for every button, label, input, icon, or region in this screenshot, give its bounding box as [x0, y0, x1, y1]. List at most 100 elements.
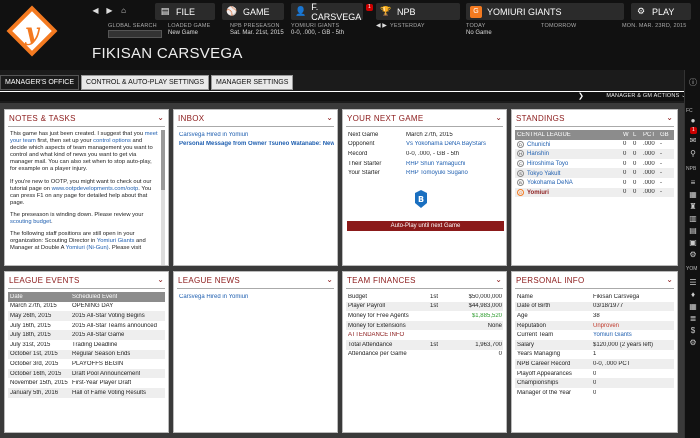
info-row: Playoff Appearances 0	[517, 370, 597, 377]
ootp-tutorial-link[interactable]: www.ootpdevelopments.com/ootp	[52, 186, 139, 192]
info-icon[interactable]: ⓘ	[687, 76, 699, 88]
event-row: July 31st, 2015 Trading Deadline	[10, 341, 118, 348]
finance-row: Budget 1st $50,000,000	[348, 293, 502, 300]
team-logo-icon: B	[517, 179, 524, 187]
next-game-row: Their Starter RHP Shun Yamaguchi	[348, 160, 466, 167]
tab-control-autoplay-settings[interactable]: CONTROL & AUTO-PLAY SETTINGS	[81, 75, 210, 90]
play-button[interactable]: ⚙ PLAY	[631, 3, 691, 20]
notes-scrollbar[interactable]	[161, 130, 165, 265]
stats-icon[interactable]: ▤	[687, 224, 699, 236]
info-row: Salary $120,000 (2 years left)	[515, 339, 674, 350]
scouting-budget-link[interactable]: scouting budget	[10, 219, 51, 225]
forward-icon[interactable]: ▶	[104, 5, 115, 16]
attendance-row: Attendance per Game 0	[348, 351, 502, 358]
info-row: Championships 0	[515, 378, 674, 388]
search-icon[interactable]: ⚲	[687, 147, 699, 159]
yesterday-label: YESTERDAY	[390, 23, 425, 29]
standings-row[interactable]: G Yomiuri 0 0.000-	[515, 187, 674, 198]
standings-row[interactable]: B Yokohama DeNA 0 0.000-	[515, 178, 674, 188]
next-game-row: Your Starter RHP Tomoyuki Sugano	[348, 170, 468, 177]
right-sidebar: ⓘ FC ● 1 ✉ ⚲ NPB ≡ ▦ ♜ ▥ ▤ ▣ ⚙ YOM ☰ ♦ ▦…	[684, 70, 700, 438]
scrollbar-thumb[interactable]	[161, 130, 165, 190]
divider	[515, 126, 674, 127]
next-game-row: Next Game March 27th, 2015	[348, 131, 453, 138]
chevron-down-icon[interactable]: ⌄	[326, 113, 333, 122]
event-row: May 26th, 2015 2015 All-Star Voting Begin…	[8, 311, 165, 321]
lineup-icon[interactable]: ≣	[687, 312, 699, 324]
team-icon[interactable]: ♦	[687, 288, 699, 300]
play-icon: ⚙	[636, 6, 646, 16]
league-events-table: Date Scheduled Event March 27th, 2015 OPEN…	[8, 292, 165, 398]
info-row: Age 38	[517, 312, 600, 319]
roster-icon[interactable]: ☰	[687, 276, 699, 288]
info-row: Current Team Yomiuri Giants	[517, 332, 632, 339]
settings-icon[interactable]: ⚙	[687, 336, 699, 348]
league-menu-button[interactable]: 🏆 NPB	[376, 3, 460, 20]
attendance-header: ATTENDANCE INFO	[348, 332, 405, 339]
current-team-link[interactable]: Yomiuri Giants	[591, 332, 632, 338]
standings-row[interactable]: D Chunichi 0 0.000-	[515, 140, 674, 150]
list-icon[interactable]: ≡	[687, 176, 699, 188]
opponent-link[interactable]: Vs Yokohama DeNA BayStars	[404, 141, 486, 147]
ootp-logo: y	[6, 5, 58, 57]
yomiuri-giants-link[interactable]: Yomiuri Giants	[97, 238, 134, 244]
chevron-down-icon[interactable]: ⌄	[666, 113, 673, 122]
standings-panel: STANDINGS ⌄ CENTRAL LEAGUE W L PCT GB DC…	[511, 109, 678, 266]
event-row: November 15th, 2015 First-Year Player Dra…	[10, 380, 132, 387]
manager-menu-button[interactable]: 👤 F. CARSVEGA	[291, 2, 363, 22]
team-menu-button[interactable]: G YOMIURI GIANTS	[466, 3, 624, 20]
preseason-date: Sat. Mar. 21st, 2015	[230, 30, 284, 36]
autoplay-next-game-button[interactable]: Auto-Play until next Game	[347, 221, 504, 231]
trophy-icon[interactable]: ♜	[687, 200, 699, 212]
home-icon[interactable]: ⌂	[118, 5, 129, 16]
tab-managers-office[interactable]: MANAGER'S OFFICE	[0, 75, 80, 90]
event-row: March 27th, 2015 OPENING DAY	[10, 303, 114, 310]
team-record-label: YOMIURI GIANTS	[291, 23, 340, 29]
yom-label: YOM	[686, 266, 698, 272]
your-starter-link[interactable]: RHP Tomoyuki Sugano	[404, 170, 468, 176]
their-starter-link[interactable]: RHP Shun Yamaguchi	[404, 161, 465, 167]
main-content: NOTES & TASKS ⌄ This game has just been …	[0, 103, 684, 438]
chevron-down-icon[interactable]: ⌄	[495, 275, 502, 284]
day-arrows[interactable]: ◀ ▶	[376, 22, 387, 29]
inbox-item[interactable]: Personal Message from Owner Tsuneo Watan…	[177, 140, 334, 150]
opponent-team-logo[interactable]: B	[409, 187, 433, 211]
next-game-panel: YOUR NEXT GAME ⌄ Next Game March 27th, 20…	[342, 109, 507, 266]
finance-row: Money for Extensions None	[346, 320, 503, 331]
manager-mail-badge: 1	[366, 4, 373, 11]
league-events-panel: LEAGUE EVENTS ⌄ Date Scheduled Event Marc…	[4, 271, 169, 433]
yomiuri-ni-gun-link[interactable]: Yomiuri (Ni-Gun)	[66, 245, 109, 251]
divider	[8, 126, 165, 127]
standings-row[interactable]: S Tokyo Yakult 0 0.000-	[515, 168, 674, 178]
chart-icon[interactable]: ▥	[687, 212, 699, 224]
chevron-down-icon[interactable]: ⌄	[157, 275, 164, 284]
chevron-down-icon[interactable]: ⌄	[666, 275, 673, 284]
trophy-icon: 🏆	[380, 6, 392, 16]
next-game-title: YOUR NEXT GAME	[347, 114, 424, 123]
news-item[interactable]: Carsvega Hired in Yomiuri	[177, 292, 334, 302]
file-menu-button[interactable]: ▤ FILE	[155, 3, 215, 20]
inbox-item[interactable]: Carsvega Hired in Yomiuri	[177, 130, 334, 140]
game-menu-button[interactable]: ⚾ GAME	[222, 3, 284, 20]
calendar-icon[interactable]: ▦	[687, 188, 699, 200]
control-options-link[interactable]: control options	[93, 138, 131, 144]
standings-row[interactable]: C Hiroshima Toyo 0 0.000-	[515, 159, 674, 169]
back-icon[interactable]: ◀	[90, 5, 101, 16]
chevron-down-icon[interactable]: ⌄	[495, 113, 502, 122]
current-date: MON. MAR. 23RD, 2015	[622, 23, 687, 29]
chevron-down-icon[interactable]: ⌄	[326, 275, 333, 284]
global-search-input[interactable]	[108, 30, 162, 38]
depth-chart-icon[interactable]: ▦	[687, 300, 699, 312]
team-logo-icon: G	[517, 188, 524, 196]
manager-gm-actions-button[interactable]: MANAGER & GM ACTIONS ⌄	[606, 93, 686, 99]
mail-icon[interactable]: ✉	[687, 134, 699, 146]
tab-manager-settings[interactable]: MANAGER SETTINGS	[211, 75, 294, 90]
person-icon[interactable]: ●	[687, 114, 699, 126]
finances-icon[interactable]: $	[687, 324, 699, 336]
standings-row[interactable]: H Hanshin 0 0.000-	[515, 149, 674, 159]
events-header: Date Scheduled Event	[8, 292, 165, 302]
next-game-table: Next Game March 27th, 2015 Opponent Vs Yok…	[346, 130, 503, 178]
history-icon[interactable]: ▣	[687, 236, 699, 248]
gear-icon[interactable]: ⚙	[687, 248, 699, 260]
chevron-down-icon[interactable]: ⌄	[157, 113, 164, 122]
